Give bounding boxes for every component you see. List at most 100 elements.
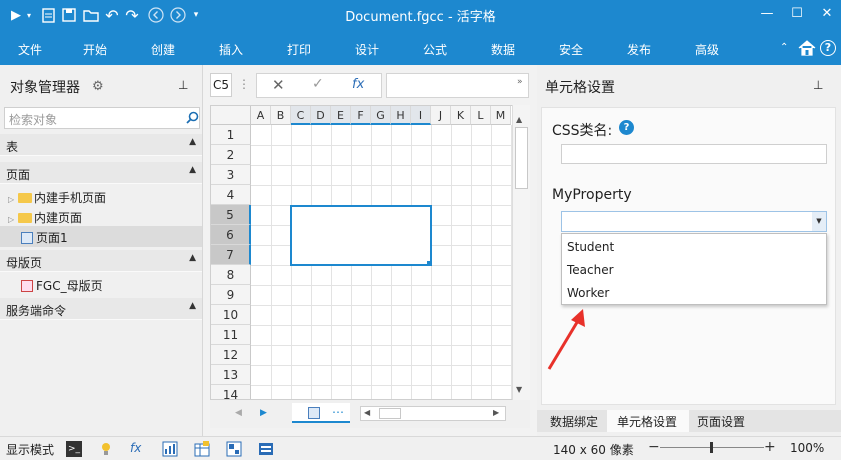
- column-header[interactable]: E: [331, 106, 351, 125]
- tab-publish[interactable]: 发布: [627, 41, 651, 58]
- row-header[interactable]: 1: [211, 125, 251, 145]
- cancel-formula-icon[interactable]: ✕: [272, 76, 285, 94]
- zoom-out-icon[interactable]: −: [648, 439, 660, 455]
- prev-sheet-icon[interactable]: ◀: [235, 408, 242, 418]
- lightbulb-icon[interactable]: [98, 441, 114, 457]
- scroll-left-icon[interactable]: ◀: [364, 408, 370, 417]
- tab-data-binding[interactable]: 数据绑定: [550, 413, 598, 430]
- chart-icon[interactable]: [162, 441, 178, 457]
- row-header[interactable]: 7: [211, 245, 251, 265]
- scroll-up-icon[interactable]: ▲: [516, 115, 522, 124]
- tab-page-settings[interactable]: 页面设置: [697, 413, 745, 430]
- column-header[interactable]: F: [351, 106, 371, 125]
- row-header[interactable]: 4: [211, 185, 251, 205]
- help-icon[interactable]: ?: [820, 40, 836, 56]
- row-header[interactable]: 11: [211, 325, 251, 345]
- tab-print[interactable]: 打印: [287, 41, 311, 58]
- column-header[interactable]: B: [271, 106, 291, 125]
- pin-icon[interactable]: ⊥: [178, 78, 188, 92]
- column-header[interactable]: D: [311, 106, 331, 125]
- more-sheets-icon[interactable]: ⋯: [332, 405, 344, 419]
- tab-security[interactable]: 安全: [559, 41, 583, 58]
- layout-icon[interactable]: [258, 441, 274, 457]
- tab-create[interactable]: 创建: [151, 41, 175, 58]
- tree-item-master-page[interactable]: FGC_母版页: [21, 277, 103, 294]
- tab-insert[interactable]: 插入: [219, 41, 243, 58]
- column-header[interactable]: J: [431, 106, 451, 125]
- selected-cell-range[interactable]: [290, 205, 432, 266]
- tree-item-mobile-page[interactable]: ▷ 内建手机页面: [8, 189, 106, 206]
- close-button[interactable]: ✕: [812, 3, 841, 25]
- gear-icon[interactable]: ⚙: [92, 79, 104, 94]
- minimize-button[interactable]: —: [752, 3, 782, 25]
- row-header[interactable]: 14: [211, 385, 251, 399]
- next-sheet-icon[interactable]: ▶: [260, 408, 267, 418]
- row-header[interactable]: 8: [211, 265, 251, 285]
- tab-design[interactable]: 设计: [355, 41, 379, 58]
- grid-icon[interactable]: [226, 441, 242, 457]
- tree-item-page1[interactable]: 页面1: [21, 229, 68, 246]
- section-master[interactable]: 母版页 ▲: [0, 250, 202, 272]
- vertical-scrollbar[interactable]: ▲ ▼: [512, 105, 530, 400]
- row-header[interactable]: 2: [211, 145, 251, 165]
- pin-icon[interactable]: ⊥: [813, 78, 823, 92]
- column-header[interactable]: G: [371, 106, 391, 125]
- tab-home[interactable]: 开始: [83, 41, 107, 58]
- dropdown-option-teacher[interactable]: Teacher: [567, 263, 614, 277]
- tab-data[interactable]: 数据: [491, 41, 515, 58]
- tree-item-builtin-page[interactable]: ▷ 内建页面: [8, 209, 82, 226]
- spreadsheet-grid[interactable]: A B C D E F G H I J K L M 1 2 3 4 5 6 7 …: [210, 105, 530, 400]
- formula-input[interactable]: [386, 73, 529, 98]
- row-header[interactable]: 5: [211, 205, 251, 225]
- chevron-down-icon[interactable]: ▼: [812, 212, 826, 231]
- maximize-button[interactable]: ☐: [782, 3, 812, 25]
- tab-formula[interactable]: 公式: [423, 41, 447, 58]
- my-property-select[interactable]: [561, 211, 827, 232]
- tab-cell-settings[interactable]: 单元格设置: [617, 413, 677, 430]
- section-table[interactable]: 表 ▲: [0, 134, 202, 156]
- row-header[interactable]: 9: [211, 285, 251, 305]
- more-vertical-icon[interactable]: ⋮: [238, 77, 250, 91]
- section-page[interactable]: 页面 ▲: [0, 162, 202, 184]
- column-header[interactable]: H: [391, 106, 411, 125]
- search-icon[interactable]: [186, 111, 199, 127]
- row-header[interactable]: 3: [211, 165, 251, 185]
- css-class-input[interactable]: [561, 144, 827, 164]
- column-header[interactable]: K: [451, 106, 471, 125]
- scroll-down-icon[interactable]: ▼: [516, 385, 522, 394]
- expand-icon[interactable]: ▷: [8, 195, 14, 204]
- search-input[interactable]: 检索对象: [4, 107, 200, 129]
- fx-icon[interactable]: fx: [352, 77, 364, 92]
- row-header[interactable]: 10: [211, 305, 251, 325]
- row-header[interactable]: 6: [211, 225, 251, 245]
- dropdown-option-worker[interactable]: Worker: [567, 286, 609, 300]
- select-all-corner[interactable]: [211, 106, 251, 125]
- table-icon[interactable]: [194, 441, 210, 457]
- row-header[interactable]: 13: [211, 365, 251, 385]
- home-icon[interactable]: [798, 40, 816, 59]
- column-header[interactable]: M: [491, 106, 511, 125]
- zoom-in-icon[interactable]: +: [764, 439, 776, 455]
- column-header[interactable]: L: [471, 106, 491, 125]
- section-server-command[interactable]: 服务端命令 ▲: [0, 298, 202, 320]
- cell-reference-box[interactable]: C5: [210, 73, 232, 97]
- fill-handle[interactable]: [427, 261, 432, 266]
- column-header[interactable]: I: [411, 106, 431, 125]
- row-header[interactable]: 12: [211, 345, 251, 365]
- scroll-right-icon[interactable]: ▶: [493, 408, 499, 417]
- horizontal-scrollbar[interactable]: ◀ ▶: [360, 406, 506, 421]
- collapse-ribbon-icon[interactable]: ⌃: [780, 42, 788, 53]
- terminal-icon[interactable]: >_: [66, 441, 82, 457]
- fx-icon[interactable]: fx: [130, 441, 146, 457]
- hscroll-thumb[interactable]: [379, 408, 401, 419]
- scroll-thumb[interactable]: [515, 127, 528, 189]
- dropdown-option-student[interactable]: Student: [567, 240, 614, 254]
- column-header[interactable]: C: [291, 106, 311, 125]
- column-header[interactable]: A: [251, 106, 271, 125]
- help-icon[interactable]: ?: [619, 120, 634, 135]
- tab-advanced[interactable]: 高级: [695, 41, 719, 58]
- expand-icon[interactable]: ▷: [8, 215, 14, 224]
- tab-file[interactable]: 文件: [18, 41, 42, 58]
- zoom-slider-thumb[interactable]: [710, 442, 713, 453]
- expand-formula-icon[interactable]: »: [517, 77, 523, 87]
